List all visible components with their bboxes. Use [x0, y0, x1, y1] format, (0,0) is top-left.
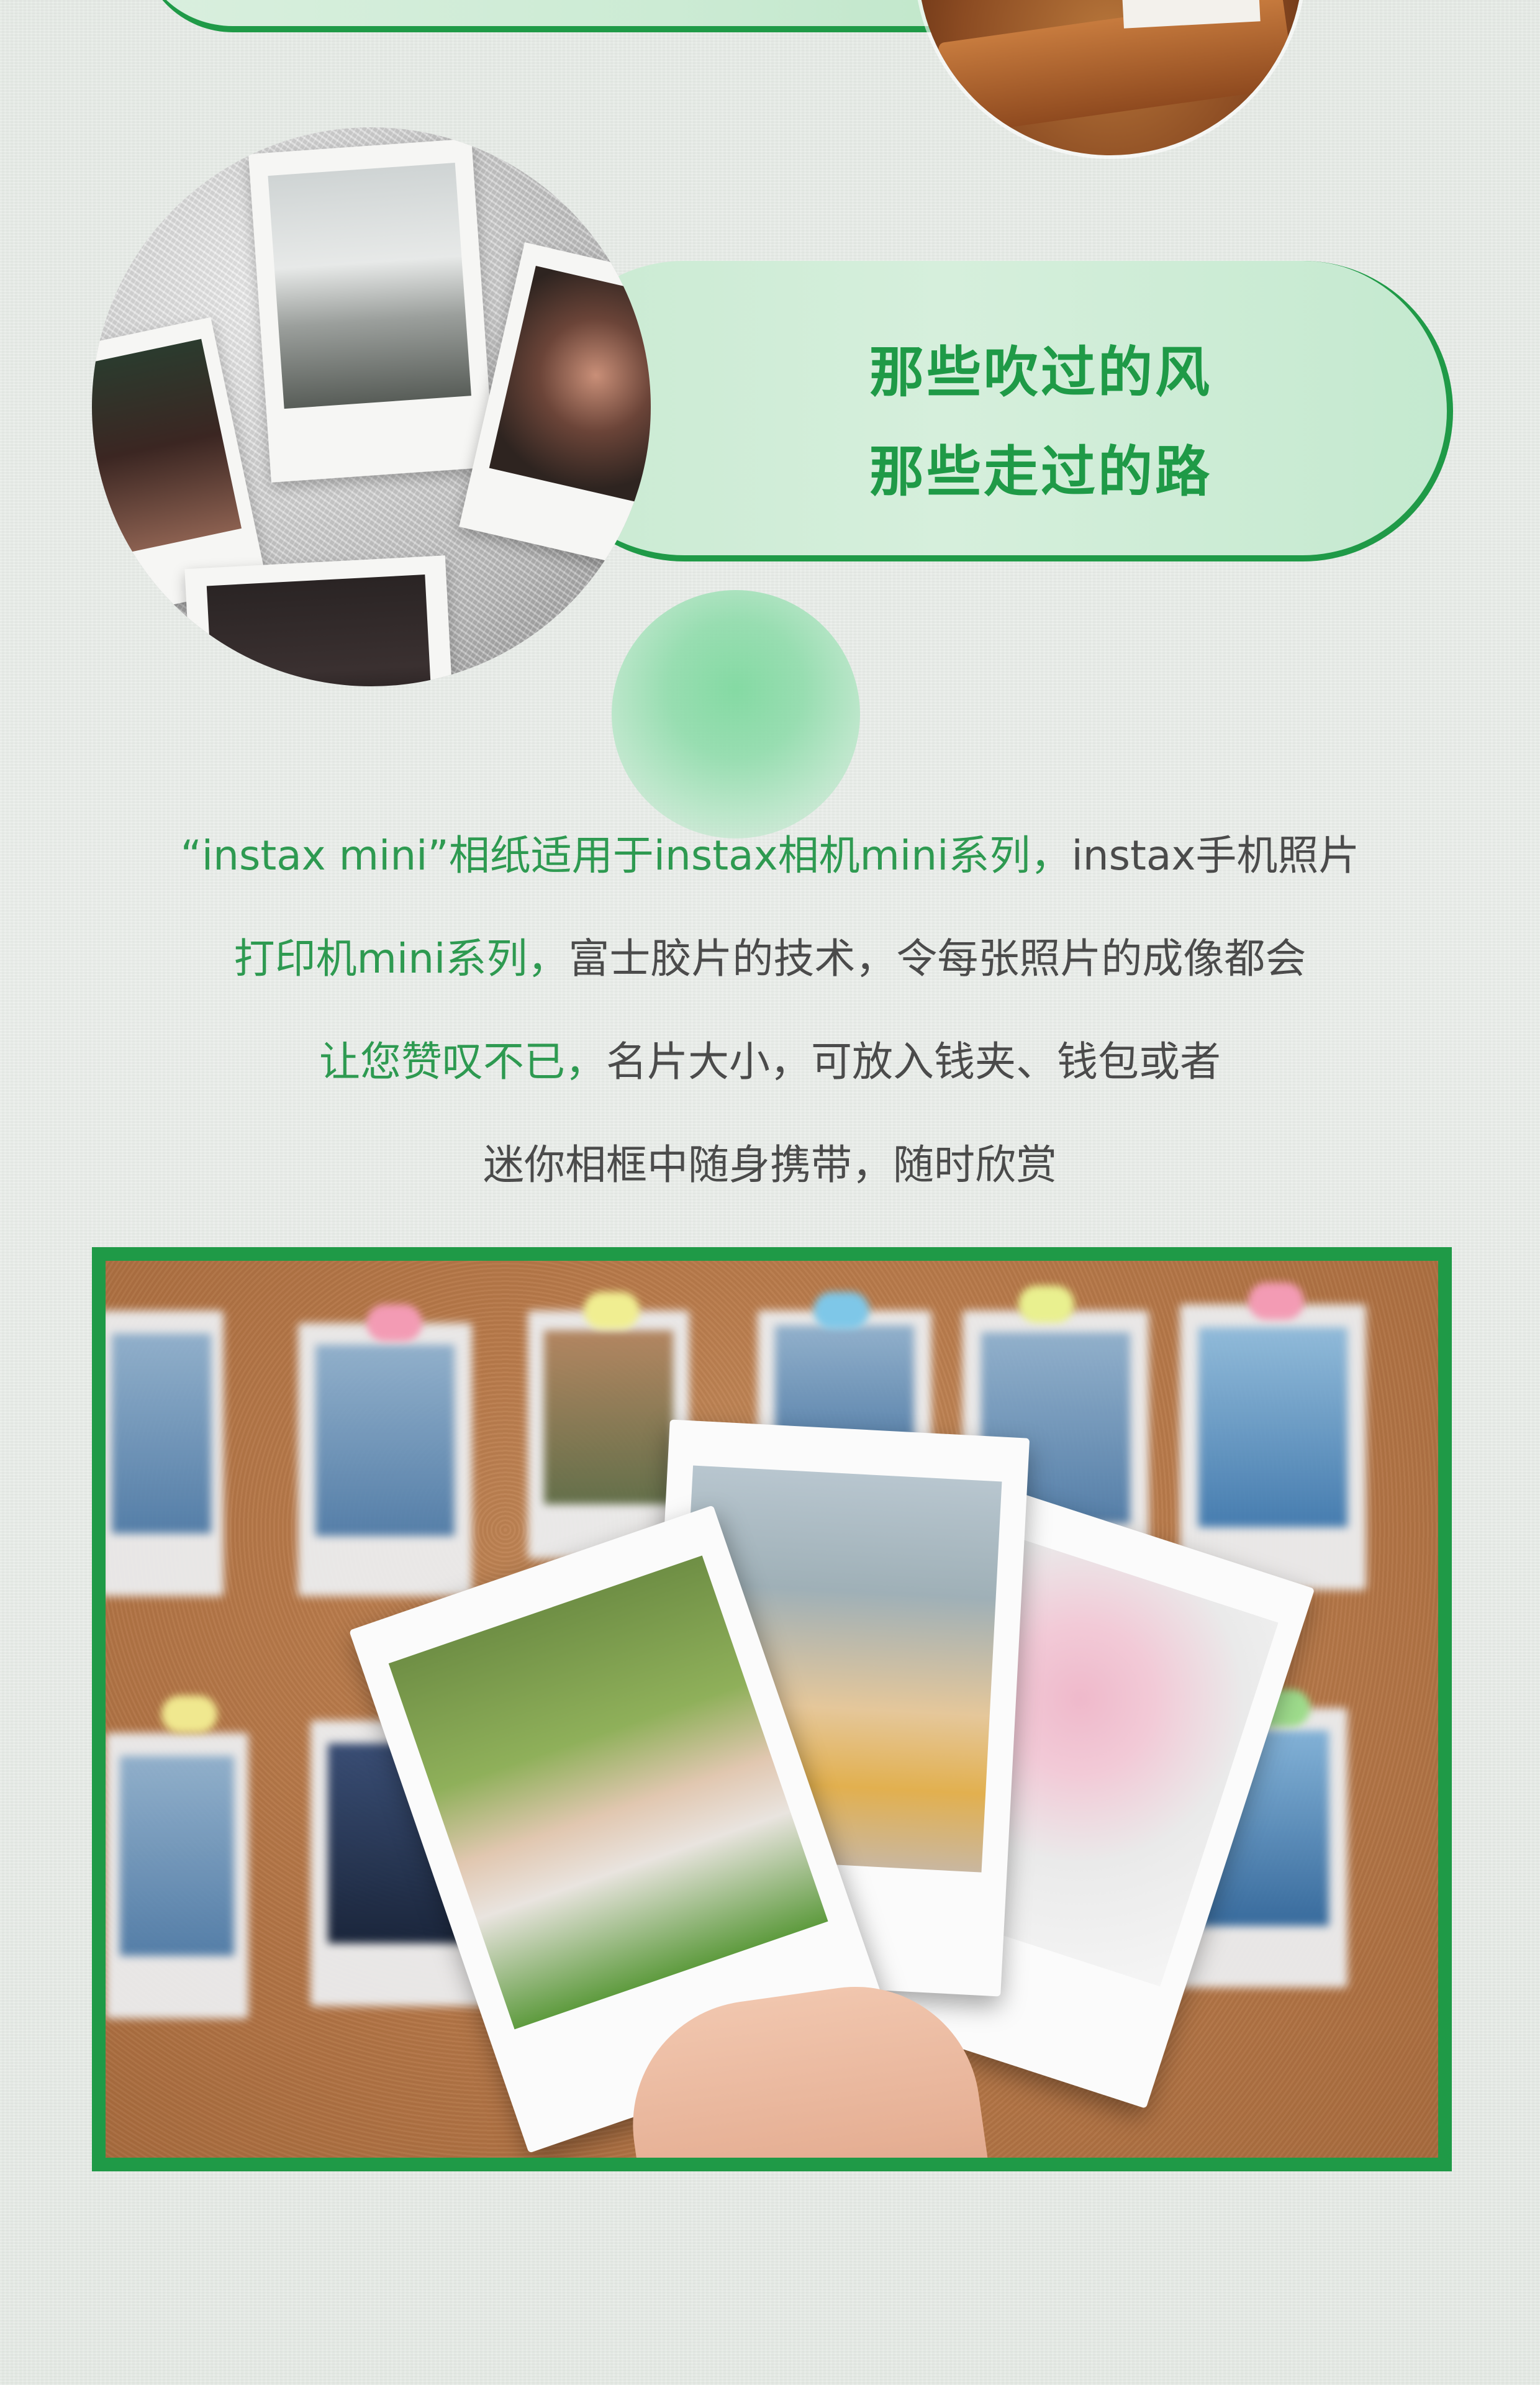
description-line-2-highlight: 打印机mini系列，	[233, 935, 569, 983]
description-line-1: “instax mini”相纸适用于instax相机mini系列，instax手…	[0, 804, 1540, 907]
yellow-clip	[161, 1696, 217, 1733]
polaroid-print	[248, 139, 495, 483]
background-print	[1180, 1304, 1366, 1590]
description-line-3: 让您赞叹不已，名片大小，可放入钱夹、钱包或者	[0, 1011, 1540, 1114]
description-line-2: 打印机mini系列，富士胶片的技术，令每张照片的成像都会	[0, 907, 1540, 1011]
description-line-1-rest: instax手机照片	[1071, 832, 1360, 879]
instax-prints-photo	[92, 1247, 1452, 2171]
blue-clip	[813, 1292, 869, 1329]
polaroid-collage-photo	[92, 127, 651, 686]
polaroid-print	[184, 555, 459, 686]
yellow-clip	[584, 1292, 640, 1329]
gradient-ball-decoration	[612, 590, 860, 838]
description-line-2-rest: 富士胶片的技术，令每张照片的成像都会	[568, 935, 1307, 983]
slogan-line-1: 那些吹过的风	[869, 340, 1213, 404]
product-description: “instax mini”相纸适用于instax相机mini系列，instax手…	[0, 804, 1540, 1217]
top-banner-pill	[140, 0, 1021, 32]
top-round-photo	[918, 0, 1303, 155]
pink-clip	[366, 1304, 422, 1342]
description-line-3-highlight: 让您赞叹不已，	[319, 1038, 606, 1086]
description-line-1-highlight: “instax mini”相纸适用于instax相机mini系列，	[180, 832, 1072, 879]
slogan-text: 那些吹过的风 那些走过的路	[869, 323, 1212, 522]
pink-clip	[1248, 1283, 1304, 1320]
background-print	[106, 1311, 224, 1596]
background-print	[106, 1733, 248, 2019]
slogan-line-2: 那些走过的路	[869, 440, 1213, 504]
background-print	[298, 1323, 472, 1596]
description-line-4: 迷你相框中随身携带，随时欣赏	[483, 1141, 1057, 1189]
yellow-clip	[1018, 1286, 1074, 1323]
description-line-3-rest: 名片大小，可放入钱夹、钱包或者	[606, 1038, 1221, 1086]
